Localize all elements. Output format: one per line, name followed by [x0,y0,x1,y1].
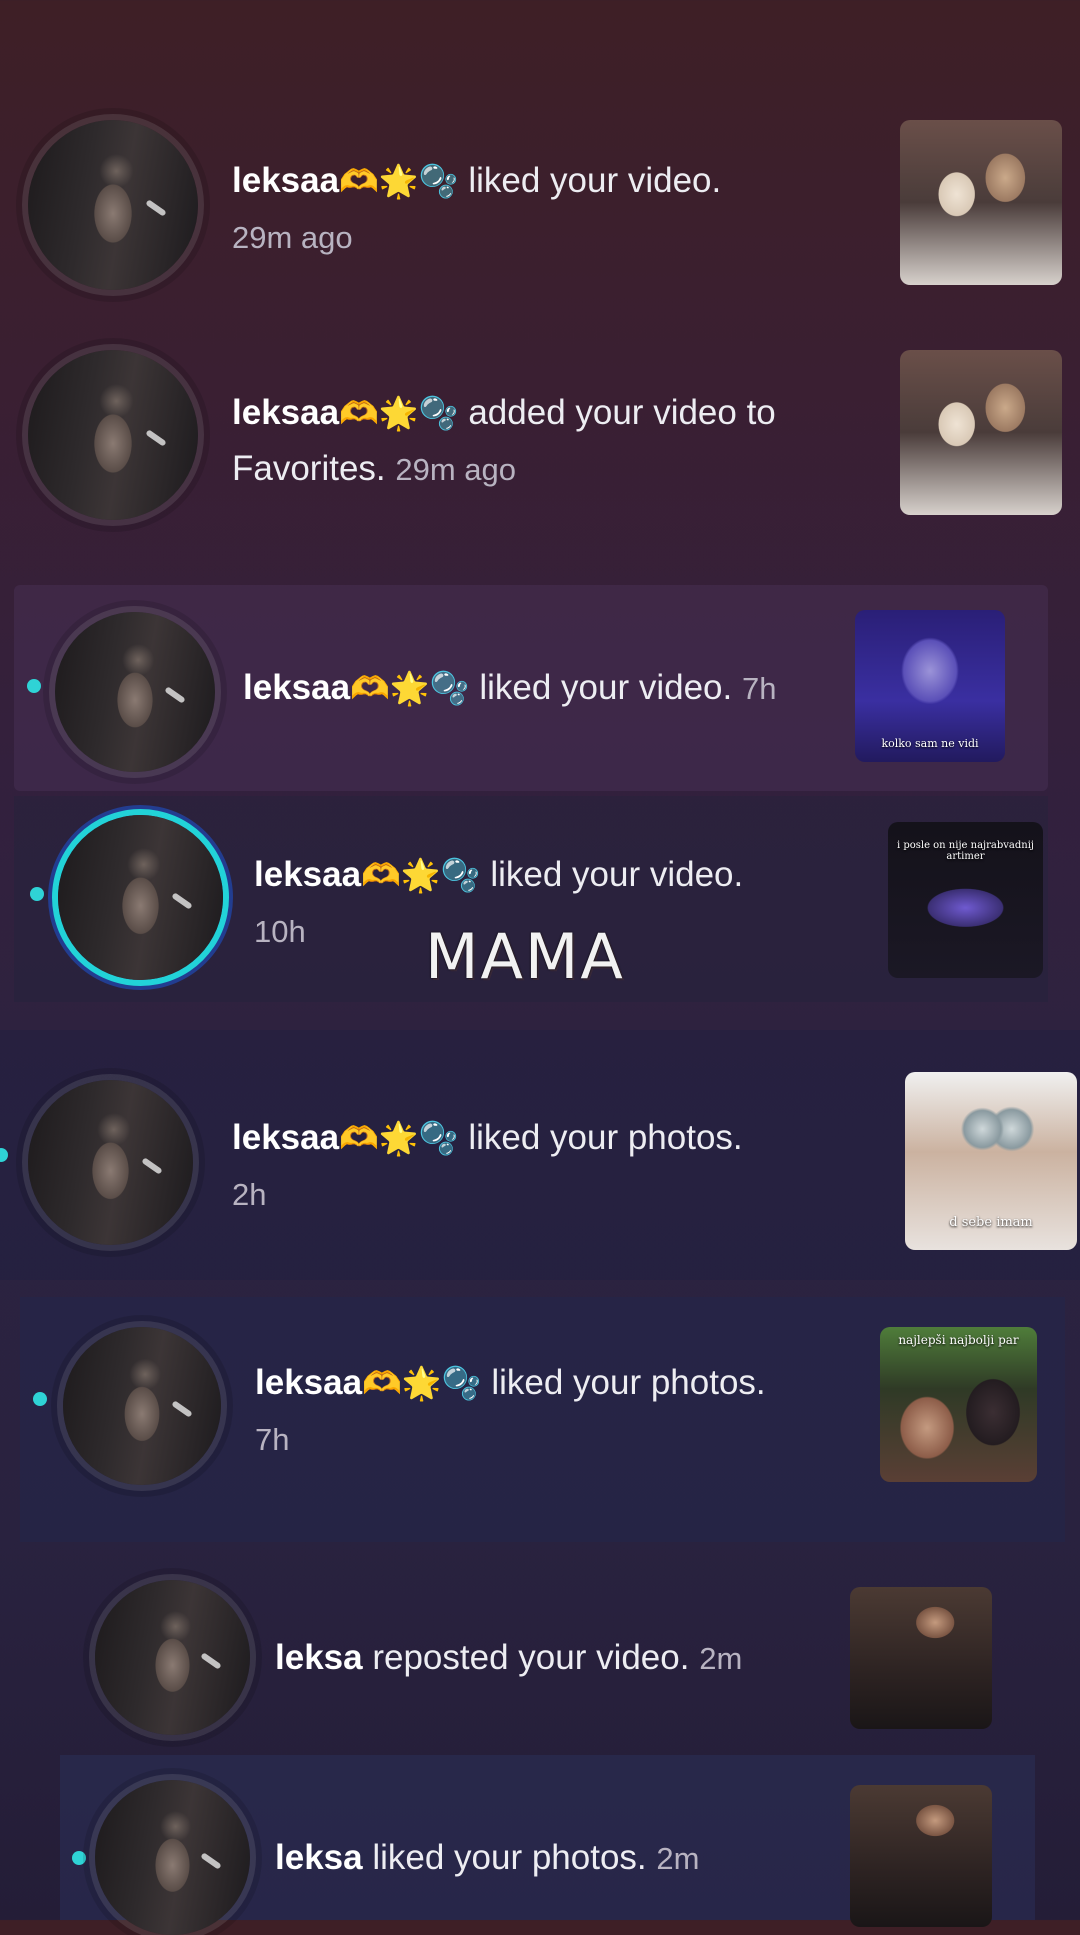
avatar[interactable] [28,350,198,520]
unread-dot [33,1392,47,1406]
notification-item[interactable]: leksaa🫶🌟🫧 added your video to Favorites.… [0,335,1080,525]
emoji-badges: 🫶🌟🫧 [339,1119,459,1157]
action-text: liked your video. [479,668,733,707]
video-thumbnail[interactable] [900,350,1062,515]
notification-text: leksaa🫶🌟🫧 liked your video. 29m ago [232,153,872,266]
thumbnail-caption: najlepši najbolji par [898,1333,1019,1347]
action-text: liked your video. [490,855,744,894]
username[interactable]: leksaa [243,668,350,707]
timestamp: 2m [699,1641,743,1676]
unread-dot [27,679,41,693]
timestamp: 29m ago [395,452,517,487]
timestamp: 2h [232,1177,267,1212]
timestamp: 7h [741,671,777,706]
action-text: liked your photos. [372,1838,647,1877]
username[interactable]: leksaa [255,1363,362,1402]
timestamp: 10h [254,914,306,949]
video-thumbnail[interactable] [900,120,1062,285]
thumbnail-caption: i posle on nije najrabvadnij artimer [896,840,1035,862]
username[interactable]: leksaa [232,393,339,432]
avatar[interactable] [55,612,215,772]
unread-dot [0,1148,8,1162]
avatar[interactable] [28,1080,193,1245]
avatar[interactable] [95,1580,250,1735]
notification-item[interactable]: leksaa🫶🌟🫧 liked your video. 29m ago [0,105,1080,295]
avatar[interactable] [63,1327,221,1485]
emoji-badges: 🫶🌟🫧 [339,394,459,432]
video-thumbnail[interactable]: i posle on nije najrabvadnij artimer [888,822,1043,978]
photo-thumbnail[interactable]: najlepši najbolji par [880,1327,1037,1482]
username[interactable]: leksa [275,1838,363,1877]
avatar[interactable] [28,120,198,290]
notification-text: leksaa🫶🌟🫧 added your video to Favorites.… [232,385,872,498]
notification-text: leksa reposted your video. 2m [275,1630,835,1687]
username[interactable]: leksa [275,1638,363,1677]
notification-item[interactable]: leksa reposted your video. 2m [0,1575,1080,1745]
username[interactable]: leksaa [232,1118,339,1157]
action-text: liked your video. [468,161,722,200]
unread-dot [30,887,44,901]
unread-dot [72,1851,86,1865]
emoji-badges: 🫶🌟🫧 [339,162,459,200]
avatar-with-story-ring[interactable] [58,815,223,980]
notification-text: leksaa🫶🌟🫧 liked your photos. 7h [255,1355,875,1468]
video-thumbnail[interactable]: kolko sam ne vidi [855,610,1005,762]
notification item[interactable]: leksaa🫶🌟🫧 liked your photos. 2h d sebe i… [0,1060,1080,1260]
emoji-badges: 🫶🌟🫧 [362,1364,482,1402]
username[interactable]: leksaa [254,855,361,894]
notification-text: leksaa🫶🌟🫧 liked your video. 7h [243,660,843,717]
username[interactable]: leksaa [232,161,339,200]
timestamp: 29m ago [232,220,353,255]
timestamp: 7h [255,1422,290,1457]
emoji-badges: 🫶🌟🫧 [350,669,470,707]
video-thumbnail[interactable] [850,1587,992,1729]
notification-item[interactable]: leksaa🫶🌟🫧 liked your photos. 7h najlepši… [0,1315,1080,1495]
thumbnail-caption: kolko sam ne vidi [881,737,979,750]
notification-item[interactable]: leksa liked your photos. 2m [0,1770,1080,1935]
timestamp: 2m [656,1841,700,1876]
action-text: liked your photos. [468,1118,743,1157]
emoji-badges: 🫶🌟🫧 [361,856,481,894]
action-text: reposted your video. [372,1638,690,1677]
avatar[interactable] [95,1780,250,1935]
notification-text: leksaa🫶🌟🫧 liked your photos. 2h [232,1110,872,1223]
notification-text: leksa liked your photos. 2m [275,1830,835,1887]
photo-thumbnail[interactable] [850,1785,992,1927]
overlay-text: MAMA [425,920,625,993]
action-text: liked your photos. [491,1363,766,1402]
thumbnail-caption: d sebe imam [949,1215,1033,1230]
notification-item[interactable]: leksaa🫶🌟🫧 liked your video. 7h kolko sam… [0,600,1080,780]
photo-thumbnail[interactable]: d sebe imam [905,1072,1077,1250]
